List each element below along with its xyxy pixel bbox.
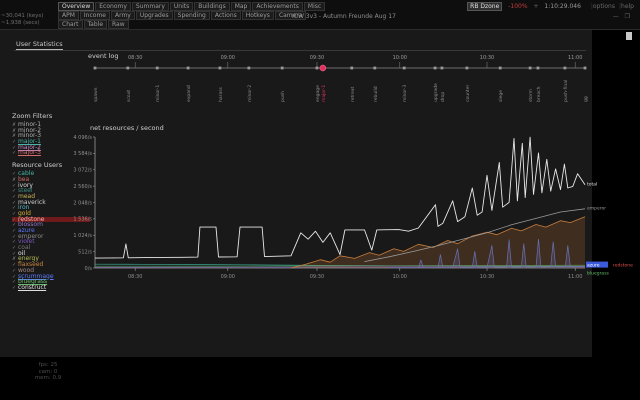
event-marker[interactable] [218, 66, 222, 70]
event-marker[interactable] [465, 66, 469, 70]
timeline-tick-label: 08:30 [128, 55, 142, 61]
chart-title: net resources / second [90, 124, 164, 132]
y-tick-label: 4 096/s [73, 135, 92, 141]
event-marker-highlight[interactable] [319, 64, 327, 72]
x-tick-label: 08:30 [128, 274, 142, 280]
event-label: minor-3 [402, 85, 408, 102]
event-label: minor-1 [155, 85, 161, 102]
event-marker[interactable] [280, 66, 284, 70]
event-marker[interactable] [498, 66, 502, 70]
x-tick-label: 09:00 [221, 274, 235, 280]
event-marker[interactable] [186, 66, 190, 70]
x-tick-label: 10:00 [393, 274, 407, 280]
event-marker[interactable] [373, 66, 377, 70]
event-label: engage [316, 85, 321, 102]
screen: ~30,041 (keys) ~1,938 (secs) Overview Econ… [0, 0, 640, 400]
event-label: upgrade [433, 83, 439, 102]
debug-line: mem: 0.9 [34, 375, 62, 381]
y-tick-label: 0/s [85, 266, 93, 272]
y-tick-label: 3 072/s [73, 168, 92, 174]
chart-and-timeline-canvas: event log 08:30 09:00 09:30 10:00 10:30 11:00 s… [73, 52, 633, 280]
event-marker[interactable] [93, 66, 97, 70]
event-label: siege [498, 90, 504, 102]
event-marker[interactable] [583, 66, 587, 70]
event-marker[interactable] [247, 66, 251, 70]
event-label: storm [528, 89, 534, 102]
timeline-tick-label: 11:00 [568, 55, 582, 61]
event-label: counter [465, 85, 471, 102]
series-end-label-azure: azure [587, 263, 600, 269]
event-marker[interactable] [155, 66, 159, 70]
y-tick-label: 3 584/s [73, 151, 92, 157]
event-label: harass [218, 86, 224, 102]
event-label: gg [584, 96, 589, 102]
series-end-label-bluegrass: bluegrass [587, 271, 610, 277]
event-marker[interactable] [563, 66, 567, 70]
y-tick-label: 2 560/s [73, 184, 92, 190]
event-marker[interactable] [126, 66, 130, 70]
event-marker[interactable] [402, 66, 406, 70]
debug-overlay-text: fps: 25 cam: 0 mem: 0.9 [26, 362, 70, 382]
event-label: drop [440, 92, 446, 102]
y-tick-label: 1 536/s [73, 217, 92, 223]
event-marker[interactable] [528, 66, 532, 70]
y-tick-label: 512/s [78, 249, 92, 255]
timeline-tick-label: 09:00 [221, 55, 235, 61]
y-tick-label: 1 024/s [73, 233, 92, 239]
event-label: expand [186, 85, 192, 102]
x-tick-label: 10:30 [480, 274, 494, 280]
timeline-tick-label: 09:30 [310, 55, 324, 61]
event-marker[interactable] [440, 66, 444, 70]
event-marker[interactable] [315, 66, 319, 70]
event-label: breach [536, 86, 542, 102]
series-end-label-redstone: redstone [613, 263, 633, 269]
series-end-label-total: total [587, 181, 597, 187]
x-tick-label: 09:30 [310, 274, 324, 280]
y-tick-label: 2 048/s [73, 200, 92, 206]
event-label: retreat [350, 86, 356, 102]
event-marker[interactable] [350, 66, 354, 70]
event-label: push-final [563, 80, 569, 102]
event-label: scout [126, 90, 132, 102]
event-label: rebuild [373, 86, 379, 102]
series-end-label-emperor: emperor [587, 205, 606, 211]
event-label: major-1 [321, 85, 327, 102]
timeline-tick-label: 10:00 [393, 55, 407, 61]
event-label: push [280, 91, 286, 102]
x-tick-label: 11:00 [568, 274, 582, 280]
event-label: minor-2 [247, 85, 253, 102]
event-label: spawn [94, 87, 99, 102]
event-marker[interactable] [433, 66, 437, 70]
timeline-tick-label: 10:30 [480, 55, 494, 61]
event-marker[interactable] [536, 66, 540, 70]
scrollbar-thumb[interactable] [626, 32, 632, 40]
event-log-title: event log [88, 52, 119, 60]
